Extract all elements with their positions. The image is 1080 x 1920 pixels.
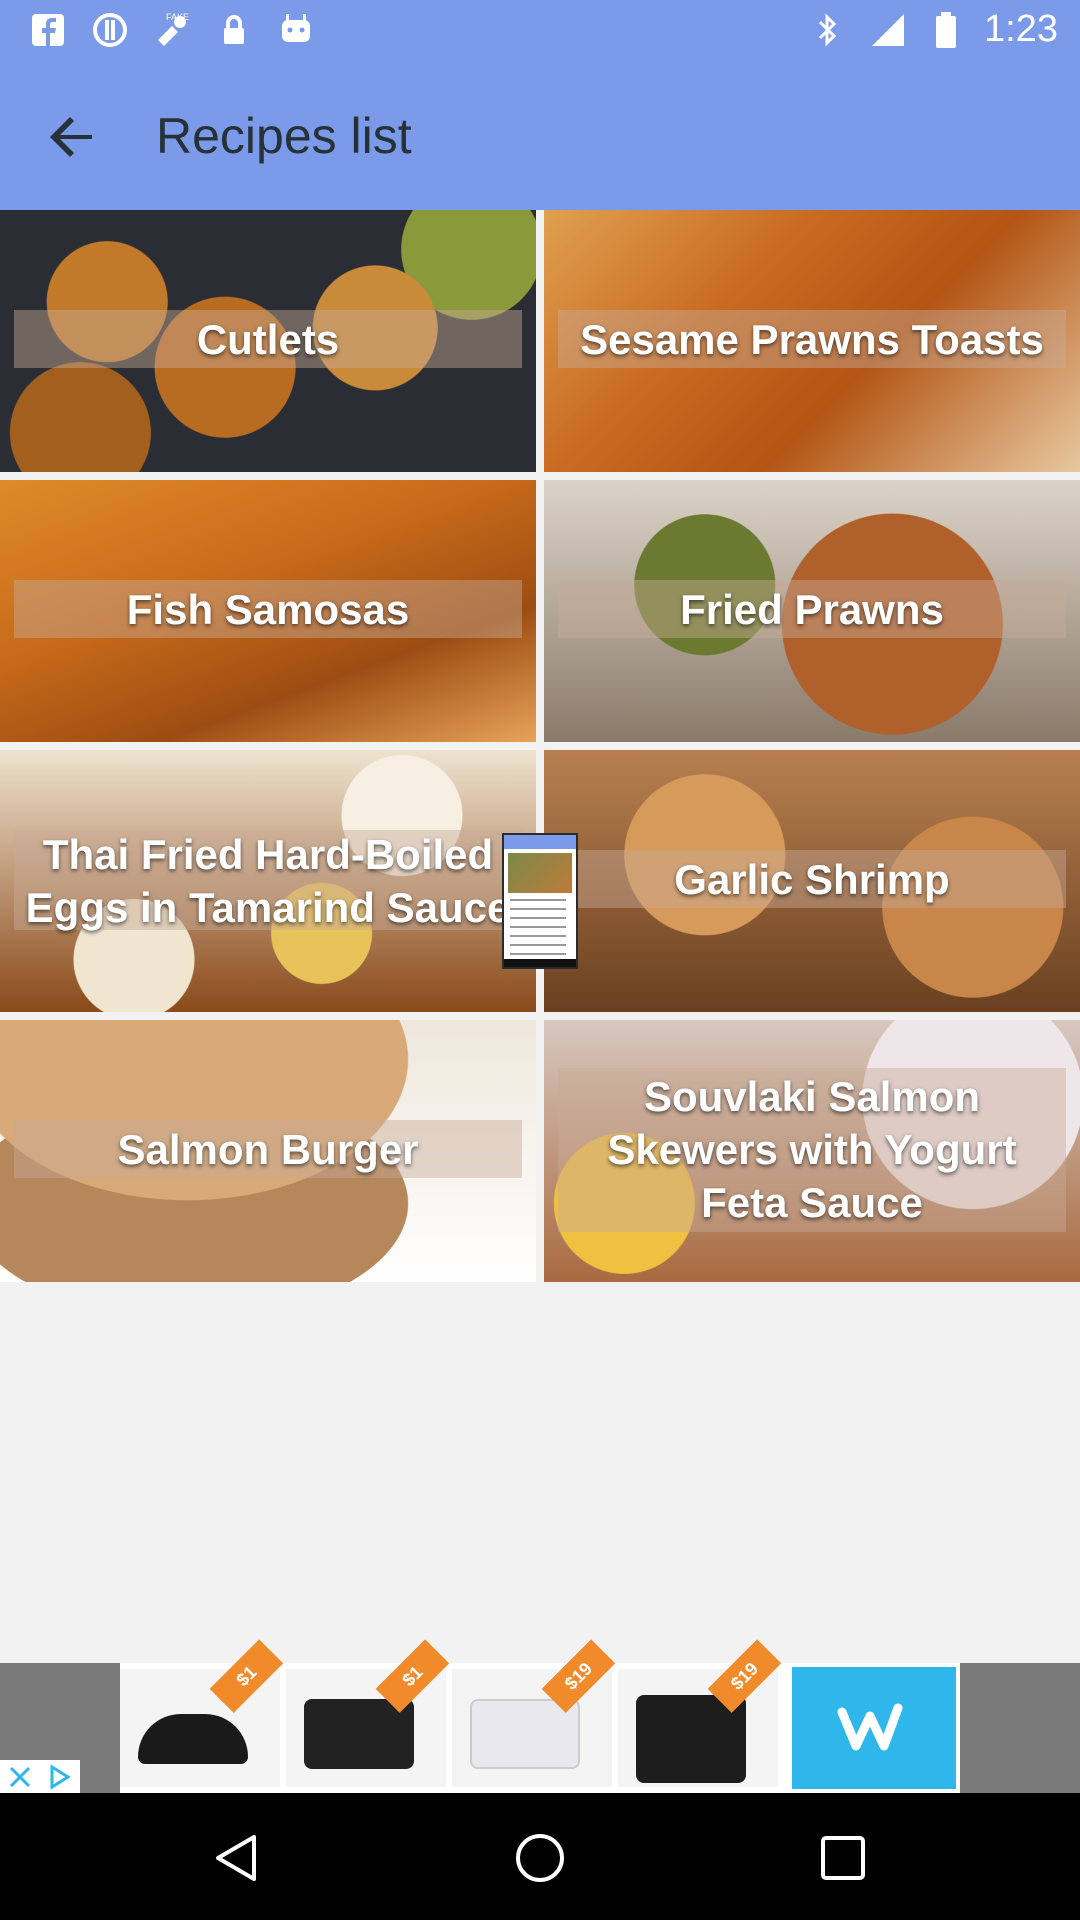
arrow-left-icon (50, 117, 92, 157)
recipe-label: Sesame Prawns Toasts (580, 316, 1044, 363)
nav-recents-button[interactable] (808, 1823, 878, 1893)
back-button[interactable] (32, 101, 112, 173)
recents-square-icon (821, 1836, 865, 1880)
page-title: Recipes list (156, 108, 412, 164)
wish-logo-icon[interactable] (792, 1667, 956, 1789)
signal-icon (872, 13, 905, 46)
facebook-icon (28, 10, 68, 50)
back-triangle-icon (216, 1835, 256, 1881)
recipe-tile-sesame-prawns-toasts[interactable]: Sesame Prawns Toasts (544, 210, 1080, 472)
recipe-tile-fish-samosas[interactable]: Fish Samosas (0, 480, 536, 742)
navigation-bar (0, 1793, 1080, 1920)
recipe-label: Cutlets (196, 316, 340, 363)
ad-product-powerbank[interactable]: $19 (452, 1639, 616, 1787)
recipe-label: Souvlaki Salmon Skewers with Yogurt Feta… (607, 1073, 1017, 1226)
recipe-tile-souvlaki-salmon[interactable]: Souvlaki Salmon Skewers with Yogurt Feta… (544, 1020, 1080, 1282)
svg-text:FAKE: FAKE (166, 12, 189, 22)
notification-icons: FAKE (28, 10, 316, 50)
recipe-label: Garlic Shrimp (674, 856, 950, 903)
android-icon (276, 10, 316, 50)
ad-product-mask[interactable]: $1 (286, 1639, 450, 1787)
recipe-tile-fried-prawns[interactable]: Fried Prawns (544, 480, 1080, 742)
mini-text-lines (510, 899, 566, 957)
hat-image (138, 1714, 248, 1764)
close-icon[interactable] (0, 1760, 40, 1793)
recipe-label: Thai Fried Hard-Boiled Eggs in Tamarind … (25, 831, 511, 931)
recipe-label: Salmon Burger (117, 1126, 419, 1173)
recipe-tile-thai-fried-eggs[interactable]: Thai Fried Hard-Boiled Eggs in Tamarind … (0, 750, 536, 1012)
recipe-label: Fried Prawns (680, 586, 944, 633)
circle-info-icon (90, 10, 130, 50)
ad-product-hat[interactable]: $1 (120, 1639, 284, 1787)
recipe-tile-salmon-burger[interactable]: Salmon Burger (0, 1020, 536, 1282)
recipe-label: Fish Samosas (126, 586, 410, 633)
status-time: 1:23 (984, 8, 1058, 50)
mini-nav-bar (504, 959, 576, 967)
battery-icon (936, 11, 957, 48)
recipe-tile-cutlets[interactable]: Cutlets (0, 210, 536, 472)
app-bar: Recipes list (0, 63, 1080, 210)
nav-home-button[interactable] (505, 1823, 575, 1893)
lock-icon (214, 10, 254, 50)
adchoices-icon[interactable] (40, 1760, 80, 1793)
recipe-tile-garlic-shrimp[interactable]: Garlic Shrimp (544, 750, 1080, 1012)
bluetooth-icon (818, 12, 837, 47)
home-circle-icon (516, 1834, 564, 1882)
mini-app-bar (504, 835, 576, 849)
status-bar: FAKE 1:23 (0, 0, 1080, 63)
ad-product-jacket[interactable]: $19 (618, 1639, 782, 1787)
price-tag: $1 (209, 1639, 284, 1713)
ad-banner[interactable]: $1 $1 $19 $19 (0, 1639, 1080, 1793)
system-icons: 1:23 (812, 8, 1058, 51)
floating-preview-thumbnail[interactable] (502, 833, 578, 969)
nav-back-button[interactable] (202, 1823, 272, 1893)
mini-image (508, 853, 572, 893)
fake-gps-icon: FAKE (152, 10, 192, 50)
